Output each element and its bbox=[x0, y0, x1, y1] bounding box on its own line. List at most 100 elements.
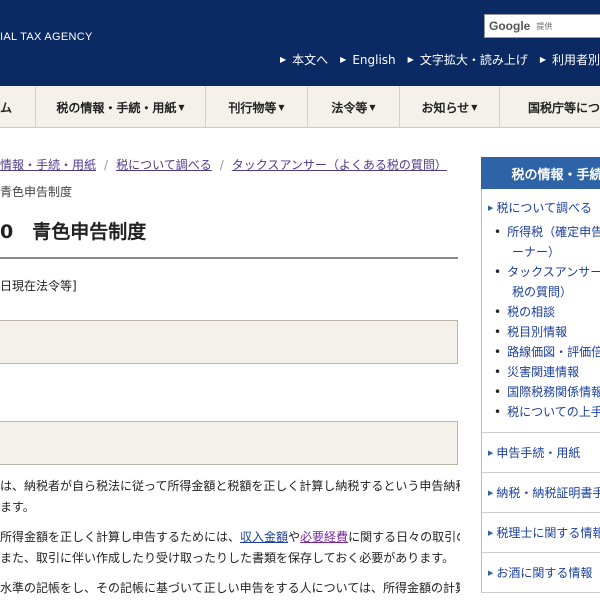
title-divider bbox=[0, 257, 458, 259]
inline-term-link[interactable]: 必要経費 bbox=[300, 530, 348, 544]
paragraph-line: は、納税者が自ら税法に従って所得金額と税額を正しく計算し納税するという申告納税 bbox=[0, 476, 460, 497]
gnav-label: 刊行物等 bbox=[228, 100, 277, 115]
text-run: や bbox=[288, 530, 301, 544]
side-sub-item[interactable]: • 災害関連情報 bbox=[488, 362, 600, 382]
side-sub-label: 税目別情報 bbox=[507, 325, 568, 339]
side-sub-item[interactable]: • 税目別情報 bbox=[488, 322, 600, 342]
bullet-icon: • bbox=[494, 365, 502, 379]
breadcrumb: 情報・手続・用紙 / 税について調べる / タックスアンサー（よくある税の質問）… bbox=[0, 156, 470, 200]
law-date-note: 日現在法令等] bbox=[0, 279, 77, 293]
side-sub-row: • 税目別情報 bbox=[488, 322, 600, 342]
utility-link-skip[interactable]: ▶ 本文へ bbox=[280, 51, 328, 68]
breadcrumb-link-tax-answer[interactable]: タックスアンサー（よくある税の質問） bbox=[232, 156, 447, 173]
paragraph-line: 所得金額を正しく計算し申告するためには、収入金額や必要経費に関する日々の取引の bbox=[0, 527, 460, 548]
side-sub-list: • 所得税（確定申告 ーナー） • タックスアンサー 税の質問） • 税の相談 • 税目別情報 • 路… bbox=[488, 222, 600, 422]
bullet-icon: • bbox=[494, 325, 502, 339]
paragraph: 所得金額を正しく計算し申告するためには、収入金額や必要経費に関する日々の取引のま… bbox=[0, 527, 460, 569]
gnav-label: 税の情報・手続・用紙 bbox=[56, 100, 177, 115]
side-sub-label: 税の相談 bbox=[507, 305, 556, 319]
utility-link-text-size[interactable]: ▶ 文字拡大・読み上げ bbox=[408, 51, 528, 68]
side-sub-row: • 路線価図・評価倍 bbox=[488, 342, 600, 362]
paragraph: 水準の記帳をし、その記帳に基づいて正しい申告をする人については、所得金額の計算 bbox=[0, 578, 460, 599]
utility-link-label: 文字拡大・読み上げ bbox=[419, 53, 528, 67]
arrow-right-icon: ▶ bbox=[488, 203, 494, 212]
side-sub-label-cont: ーナー） bbox=[512, 245, 561, 259]
gnav-home[interactable]: ム bbox=[0, 86, 36, 128]
side-link-label: 税について調べる bbox=[496, 201, 593, 215]
bullet-icon: • bbox=[494, 405, 502, 419]
paragraph-line: また、取引に伴い作成したり受け取ったりした書類を保存しておく必要があります。 bbox=[0, 548, 460, 569]
bullet-icon: • bbox=[494, 305, 502, 319]
text-run: に関する日々の取引の bbox=[348, 530, 460, 544]
arrow-right-icon: ▶ bbox=[539, 55, 546, 64]
side-sub-row: • 災害関連情報 bbox=[488, 362, 600, 382]
side-sub-item[interactable]: • タックスアンサー 税の質問） bbox=[488, 262, 600, 302]
caret-down-icon: ▼ bbox=[471, 102, 478, 112]
side-section-link[interactable]: ▶ 納税・納税証明書手 bbox=[481, 473, 600, 513]
side-sub-item[interactable]: • 路線価図・評価倍 bbox=[488, 342, 600, 362]
side-section-link[interactable]: ▶ 申告手続・用紙 bbox=[481, 433, 600, 473]
article-body: は、納税者が自ら税法に従って所得金額と税額を正しく計算し納税するという申告納税ま… bbox=[0, 476, 460, 599]
side-sub-row: • 所得税（確定申告 bbox=[488, 222, 600, 242]
arrow-right-icon: ▶ bbox=[340, 55, 347, 64]
bullet-icon: • bbox=[494, 385, 502, 399]
arrow-right-icon: ▶ bbox=[488, 448, 494, 457]
side-sub-row: • 税についての上手 bbox=[488, 402, 600, 422]
arrow-right-icon: ▶ bbox=[488, 488, 494, 497]
side-sub-item[interactable]: • 所得税（確定申告ーナー） bbox=[488, 222, 600, 262]
side-sub-item[interactable]: • 税についての上手 bbox=[488, 402, 600, 422]
utility-link-english[interactable]: ▶ English bbox=[340, 51, 396, 68]
inline-term-link[interactable]: 収入金額 bbox=[240, 530, 288, 544]
global-nav: ム 税の情報・手続・用紙▼ 刊行物等▼ 法令等▼ お知らせ▼ 国税庁等につい bbox=[0, 86, 600, 128]
breadcrumb-link-tax-info[interactable]: 情報・手続・用紙 bbox=[0, 156, 96, 173]
section-heading-box bbox=[0, 320, 458, 364]
utility-link-label: 利用者別に bbox=[552, 53, 600, 67]
search-box[interactable]: Google 提供 bbox=[484, 14, 600, 38]
site-header: IAL TAX AGENCY Google 提供 ▶ 本文へ ▶ English ▶… bbox=[0, 0, 600, 86]
text-run: また、取引に伴い作成したり受け取ったりした書類を保存しておく必要があります。 bbox=[0, 551, 455, 565]
gnav-tax-info[interactable]: 税の情報・手続・用紙 ▼ bbox=[36, 86, 206, 128]
gnav-label: 法令等 bbox=[331, 100, 368, 115]
breadcrumb-link-research[interactable]: 税について調べる bbox=[116, 156, 212, 173]
arrow-right-icon: ▶ bbox=[280, 55, 287, 64]
text-run: 水準の記帳をし、その記帳に基づいて正しい申告をする人については、所得金額の計算 bbox=[0, 581, 460, 595]
utility-link-label: English bbox=[352, 52, 396, 67]
search-provided-label: 提供 bbox=[536, 21, 553, 31]
page-title: 0 青色申告制度 bbox=[0, 221, 147, 243]
side-sub-item[interactable]: • 税の相談 bbox=[488, 302, 600, 322]
side-sub-label: 災害関連情報 bbox=[507, 365, 580, 379]
gnav-about[interactable]: 国税庁等につい bbox=[500, 86, 600, 128]
gnav-laws[interactable]: 法令等 ▼ bbox=[308, 86, 400, 128]
side-section-link[interactable]: ▶ お酒に関する情報 bbox=[481, 553, 600, 593]
gnav-news[interactable]: お知らせ ▼ bbox=[400, 86, 500, 128]
side-section-label: 申告手続・用紙 bbox=[496, 446, 581, 460]
gnav-publications[interactable]: 刊行物等 ▼ bbox=[206, 86, 308, 128]
agency-logo-text[interactable]: IAL TAX AGENCY bbox=[0, 31, 93, 43]
caret-down-icon: ▼ bbox=[278, 102, 285, 112]
arrow-right-icon: ▶ bbox=[488, 568, 494, 577]
section-heading-box bbox=[0, 421, 458, 465]
side-sub-row: • タックスアンサー bbox=[488, 262, 600, 282]
side-link-research[interactable]: ▶ 税について調べる bbox=[488, 199, 600, 216]
side-section-label: お酒に関する情報 bbox=[496, 566, 593, 580]
gnav-label: お知らせ bbox=[421, 100, 470, 115]
text-run: ます。 bbox=[0, 500, 35, 514]
text-run: は、納税者が自ら税法に従って所得金額と税額を正しく計算し納税するという申告納税 bbox=[0, 479, 460, 493]
side-nav-heading[interactable]: 税の情報・手続 bbox=[481, 157, 600, 189]
side-section-link[interactable]: ▶ 税理士に関する情報 bbox=[481, 513, 600, 553]
gnav-label: 国税庁等につい bbox=[528, 100, 600, 115]
side-section-label: 税理士に関する情報 bbox=[496, 526, 600, 540]
utility-link-by-user[interactable]: ▶ 利用者別に bbox=[540, 51, 600, 68]
side-sub-label: 所得税（確定申告 bbox=[507, 225, 600, 239]
utility-link-label: 本文へ bbox=[292, 53, 329, 67]
caret-down-icon: ▼ bbox=[178, 102, 185, 112]
side-sub-row: • 税の相談 bbox=[488, 302, 600, 322]
side-sub-label: 国際税務関係情報 bbox=[507, 385, 600, 399]
utility-links: ▶ 本文へ ▶ English ▶ 文字拡大・読み上げ ▶ 利用者別に bbox=[280, 51, 600, 68]
gnav-label: ム bbox=[0, 100, 13, 115]
breadcrumb-current: 青色申告制度 bbox=[0, 185, 73, 199]
text-run: 所得金額を正しく計算し申告するためには、 bbox=[0, 530, 241, 544]
paragraph-line: 水準の記帳をし、その記帳に基づいて正しい申告をする人については、所得金額の計算 bbox=[0, 578, 460, 599]
side-sub-item[interactable]: • 国際税務関係情報 bbox=[488, 382, 600, 402]
breadcrumb-separator: / bbox=[219, 157, 224, 172]
